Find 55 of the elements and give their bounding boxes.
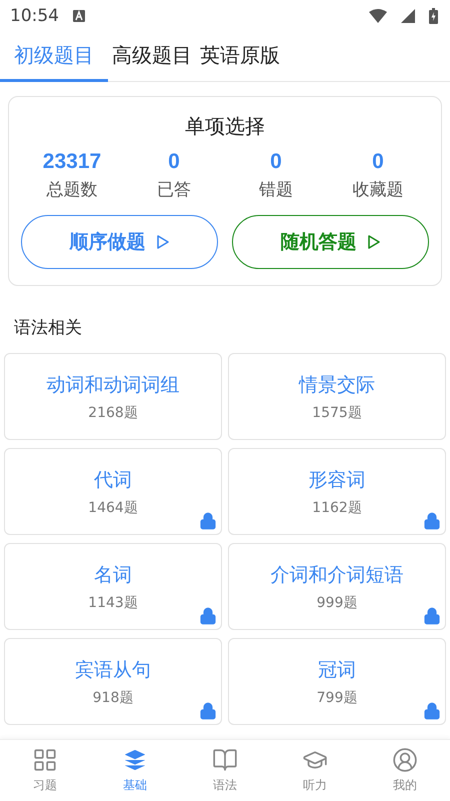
random-answer-button[interactable]: 随机答题: [232, 215, 429, 269]
category-card[interactable]: 代词 1464题: [4, 448, 222, 535]
tab[interactable]: 英语原版: [196, 42, 284, 82]
stat-value: 0: [372, 150, 384, 174]
notification-icon: [73, 10, 85, 22]
stat-value: 23317: [42, 150, 102, 174]
signal-icon: [401, 9, 415, 23]
stat-label: 已答: [157, 179, 191, 201]
book-icon: [212, 747, 238, 773]
category-title: 冠词: [318, 658, 356, 682]
question-count: 1162题: [312, 498, 362, 516]
category-card[interactable]: 动词和动词词组 2168题: [4, 353, 222, 440]
category-title: 动词和动词词组: [46, 372, 180, 398]
stat-label: 总题数: [46, 179, 98, 201]
category-card[interactable]: 情景交际 1575题: [228, 353, 446, 440]
nav-item[interactable]: 听力: [270, 740, 360, 801]
stat-value: 0: [168, 150, 180, 174]
nav-item[interactable]: 习题: [0, 740, 90, 801]
nav-item[interactable]: 基础: [90, 740, 180, 801]
category-title: 形容词: [308, 468, 366, 492]
tab[interactable]: 初级题目: [0, 42, 108, 82]
nav-item[interactable]: 语法: [180, 740, 270, 801]
play-icon: [366, 234, 380, 250]
nav-item[interactable]: 我的: [360, 740, 450, 801]
clock: 10:54: [10, 6, 59, 26]
category-card[interactable]: 冠词 799题: [228, 638, 446, 725]
stat-value: 0: [270, 150, 282, 174]
sequential-practice-button[interactable]: 顺序做题: [21, 215, 218, 269]
category-title: 名词: [94, 562, 132, 588]
battery-icon: [429, 8, 438, 24]
question-count: 1464题: [88, 498, 138, 516]
tab[interactable]: 高级题目: [108, 42, 196, 82]
user-icon: [392, 747, 418, 773]
play-icon: [156, 234, 170, 250]
stat-label: 收藏题: [352, 179, 404, 201]
category-title: 宾语从句: [75, 658, 151, 682]
section-title: 语法相关: [14, 317, 83, 339]
category-title: 介词和介词短语: [270, 562, 404, 588]
stat-label: 错题: [259, 179, 293, 201]
question-count: 2168题: [88, 404, 138, 422]
question-count: 799题: [316, 688, 358, 706]
category-card[interactable]: 宾语从句 918题: [4, 638, 222, 725]
category-title: 代词: [94, 468, 132, 492]
question-count: 1575题: [312, 404, 362, 422]
question-count: 999题: [316, 594, 358, 612]
category-card[interactable]: 名词 1143题: [4, 543, 222, 630]
wifi-icon: [369, 9, 387, 23]
card-title: 单项选择: [185, 113, 265, 140]
category-card[interactable]: 介词和介词短语 999题: [228, 543, 446, 630]
question-count: 1143题: [88, 594, 138, 612]
question-count: 918题: [92, 688, 134, 706]
layers-icon: [122, 747, 148, 773]
category-card[interactable]: 形容词 1162题: [228, 448, 446, 535]
grid-icon: [32, 747, 58, 773]
category-title: 情景交际: [299, 372, 375, 398]
